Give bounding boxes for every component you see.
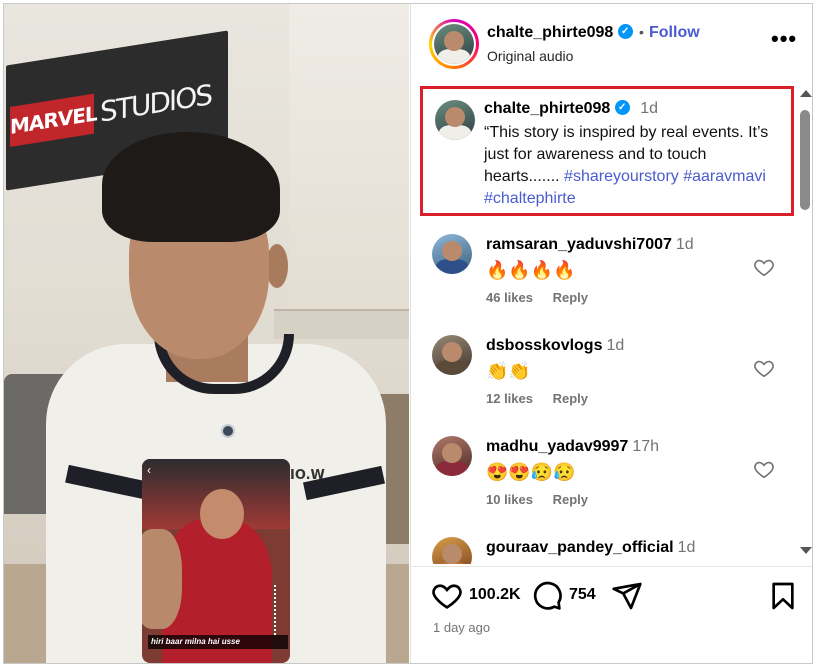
comment-text: 🔥🔥🔥🔥: [486, 260, 576, 280]
shirt-button: [221, 424, 235, 438]
like-comment-heart-icon[interactable]: [753, 256, 775, 278]
avatar-face: [442, 544, 462, 564]
comment-item: dsbosskovlogs 1d 👏👏 12 likes Reply: [411, 335, 795, 435]
comment-item: ramsaran_yaduvshi7007 1d 🔥🔥🔥🔥 46 likes Re…: [411, 234, 795, 334]
commenter-avatar[interactable]: [432, 537, 472, 564]
avatar-face: [445, 107, 465, 128]
post-media-video[interactable]: MARVEL STUDIOS IO.W ‹ hiri baar milna ha…: [4, 4, 409, 663]
commenter-username: madhu_yadav9997 17h: [486, 438, 659, 456]
avatar-face: [442, 241, 462, 262]
likes-count[interactable]: 100.2K: [469, 586, 521, 604]
reply-button[interactable]: Reply: [553, 492, 588, 507]
commenter-avatar[interactable]: [432, 335, 472, 375]
hashtag-link[interactable]: #aaravmavi: [683, 168, 766, 185]
commenter-username-text[interactable]: ramsaran_yaduvshi7007: [486, 236, 672, 253]
scroll-up-arrow-icon[interactable]: [800, 90, 812, 97]
phone-back-icon: ‹: [147, 463, 151, 477]
avatar-face: [442, 443, 462, 464]
comments-list[interactable]: chalte_phirte098 ✓ 1d “This story is ins…: [411, 84, 795, 564]
avatar-face: [444, 31, 464, 52]
comment-time: 1d: [675, 236, 694, 253]
comment-time: 1d: [606, 337, 625, 354]
phone-scene-bride: [200, 489, 244, 539]
instagram-post-window: MARVEL STUDIOS IO.W ‹ hiri baar milna ha…: [3, 3, 813, 664]
scrollbar-thumb[interactable]: [800, 110, 810, 210]
follow-button[interactable]: Follow: [649, 24, 700, 42]
more-options-icon[interactable]: •••: [771, 26, 797, 52]
shirt-print-text: IO.W: [290, 468, 325, 483]
caption-username[interactable]: chalte_phirte098: [484, 100, 610, 117]
person-ear: [266, 244, 288, 288]
comment-bubble-icon[interactable]: [531, 580, 563, 612]
comment-item: gouraav_pandey_official 1d: [411, 537, 795, 564]
like-comment-heart-icon[interactable]: [753, 458, 775, 480]
commenter-avatar[interactable]: [432, 436, 472, 476]
comment-likes[interactable]: 46 likes: [486, 290, 533, 305]
commenter-username: dsbosskovlogs 1d: [486, 337, 624, 355]
avatar-body: [436, 460, 468, 476]
phone-reel-icons: [274, 585, 284, 635]
comment-likes[interactable]: 10 likes: [486, 492, 533, 507]
author-username[interactable]: chalte_phirte098 ✓: [487, 24, 633, 42]
reply-button[interactable]: Reply: [553, 391, 588, 406]
post-header: chalte_phirte098 ✓ • Follow Original aud…: [411, 4, 812, 84]
actions-divider: [411, 566, 812, 567]
caption-text: “This story is inspired by real events. …: [484, 122, 784, 210]
comments-count[interactable]: 754: [569, 586, 596, 604]
phone-caption-text: hiri baar milna hai usse: [148, 635, 288, 649]
like-comment-heart-icon[interactable]: [753, 357, 775, 379]
comment-text: 👏👏: [486, 361, 531, 381]
save-bookmark-icon[interactable]: [767, 580, 799, 612]
post-timestamp: 1 day ago: [433, 620, 491, 635]
avatar-body: [439, 124, 471, 140]
post-side-panel: chalte_phirte098 ✓ • Follow Original aud…: [410, 4, 812, 663]
comment-text: 😍😍😥😥: [486, 462, 576, 482]
avatar-body: [436, 258, 468, 274]
avatar-body: [436, 359, 468, 375]
author-avatar[interactable]: [434, 24, 474, 64]
avatar-face: [442, 342, 462, 363]
comment-item: madhu_yadav9997 17h 😍😍😥😥 10 likes Reply: [411, 436, 795, 536]
commenter-username-text[interactable]: madhu_yadav9997: [486, 438, 628, 455]
person-hair: [102, 132, 280, 242]
caption-author-avatar[interactable]: [435, 100, 475, 140]
reply-button[interactable]: Reply: [553, 290, 588, 305]
like-heart-icon[interactable]: [431, 580, 463, 612]
verified-badge-icon: ✓: [614, 100, 630, 116]
phone-scene-man: [142, 529, 182, 629]
commenter-username: ramsaran_yaduvshi7007 1d: [486, 236, 694, 254]
commenter-avatar[interactable]: [432, 234, 472, 274]
hashtag-link[interactable]: #shareyourstory: [564, 168, 679, 185]
comments-scrollbar[interactable]: [797, 84, 812, 564]
share-paper-plane-icon[interactable]: [611, 580, 643, 612]
story-ring-inner: [432, 22, 476, 66]
comment-time: 1d: [677, 539, 696, 556]
comment-likes[interactable]: 12 likes: [486, 391, 533, 406]
hashtag-link[interactable]: #chaltephirte: [484, 190, 576, 207]
story-ring[interactable]: [429, 19, 479, 69]
comment-meta: 12 likes Reply: [486, 391, 604, 406]
verified-badge-icon: ✓: [617, 24, 633, 40]
post-caption-highlight: chalte_phirte098 ✓ 1d “This story is ins…: [420, 86, 794, 216]
caption-author: chalte_phirte098 ✓ 1d: [484, 100, 658, 118]
held-phone-screen: ‹ hiri baar milna hai usse: [142, 459, 290, 663]
caption-time: 1d: [640, 100, 658, 117]
commenter-username-text[interactable]: gouraav_pandey_official: [486, 539, 674, 556]
comment-time: 17h: [632, 438, 660, 455]
comment-meta: 46 likes Reply: [486, 290, 604, 305]
header-separator: •: [639, 24, 644, 40]
commenter-username-text[interactable]: dsbosskovlogs: [486, 337, 602, 354]
avatar-body: [438, 48, 470, 64]
original-audio-link[interactable]: Original audio: [487, 48, 573, 64]
scroll-down-arrow-icon[interactable]: [800, 547, 812, 554]
author-username-text[interactable]: chalte_phirte098: [487, 24, 613, 41]
post-actions-bar: 100.2K 754: [411, 574, 812, 618]
commenter-username: gouraav_pandey_official 1d: [486, 539, 695, 557]
comment-meta: 10 likes Reply: [486, 492, 604, 507]
